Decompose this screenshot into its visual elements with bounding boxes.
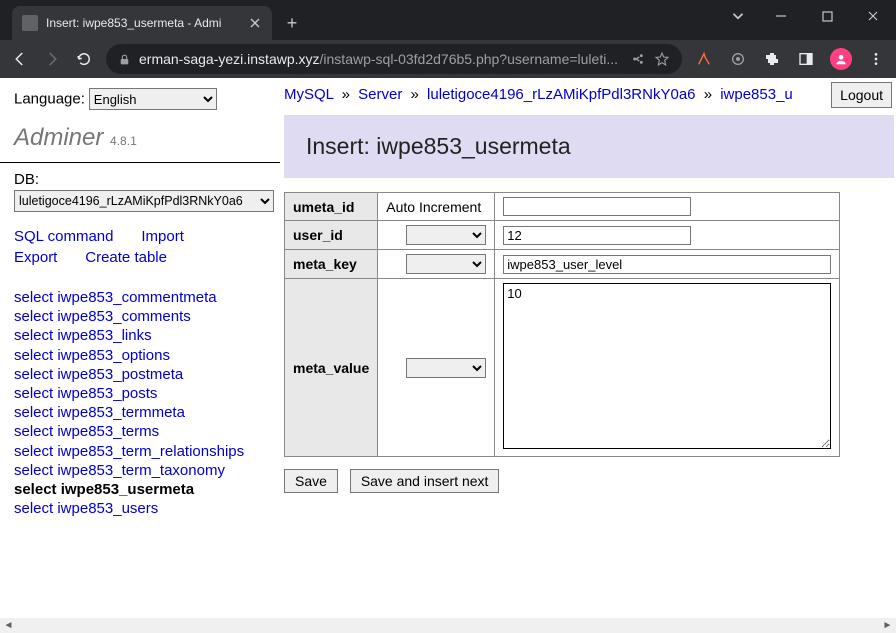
horizontal-scrollbar[interactable]: ◄ ►	[0, 618, 896, 633]
table-link[interactable]: select iwpe853_links	[14, 326, 270, 345]
sql-command-link[interactable]: SQL command	[14, 228, 114, 245]
maximize-button[interactable]	[804, 0, 850, 32]
crumb-server[interactable]: Server	[358, 86, 402, 103]
url-text: erman-saga-yezi.instawp.xyz/instawp-sql-…	[139, 51, 618, 67]
form-row: umeta_idAuto Increment	[285, 193, 840, 221]
minimize-button[interactable]	[758, 0, 804, 32]
function-cell	[378, 221, 495, 250]
close-window-button[interactable]	[850, 0, 896, 32]
main: MySQL » Server » luletigoce4196_rLzAMiKp…	[280, 78, 896, 618]
browser-titlebar: Insert: iwpe853_usermeta - Admi +	[0, 0, 896, 40]
page-title: Insert: iwpe853_usermeta	[306, 133, 872, 160]
table-link[interactable]: select iwpe853_postmeta	[14, 365, 270, 384]
function-select[interactable]	[406, 225, 486, 245]
create-table-link[interactable]: Create table	[85, 249, 167, 266]
table-link[interactable]: select iwpe853_posts	[14, 384, 270, 403]
table-link[interactable]: select iwpe853_term_taxonomy	[14, 461, 270, 480]
page-title-box: Insert: iwpe853_usermeta	[284, 115, 894, 178]
field-name: user_id	[285, 221, 378, 250]
function-select[interactable]	[406, 254, 486, 274]
menu-icon[interactable]	[866, 49, 886, 69]
save-insert-next-button[interactable]	[350, 469, 500, 493]
reload-button[interactable]	[74, 49, 94, 69]
table-link[interactable]: select iwpe853_termmeta	[14, 403, 270, 422]
window-controls	[758, 0, 896, 32]
breadcrumbs: MySQL » Server » luletigoce4196_rLzAMiKp…	[280, 78, 896, 107]
tab-favicon-icon	[22, 15, 38, 31]
language-label: Language:	[14, 91, 85, 108]
value-cell	[495, 279, 840, 457]
field-name: meta_key	[285, 250, 378, 279]
crumb-db[interactable]: luletigoce4196_rLzAMiKpfPdl3RNkY0a6	[427, 86, 696, 103]
tab-title: Insert: iwpe853_usermeta - Admi	[46, 16, 240, 30]
form-row: user_id	[285, 221, 840, 250]
form-row: meta_value	[285, 279, 840, 457]
table-link[interactable]: select iwpe853_comments	[14, 307, 270, 326]
table-link[interactable]: select iwpe853_terms	[14, 422, 270, 441]
divider	[0, 162, 280, 163]
crumb-mysql[interactable]: MySQL	[284, 86, 333, 103]
sidebar-action-links: SQL command Import Export Create table	[14, 226, 270, 268]
tabs-chevron-icon[interactable]	[730, 8, 746, 24]
brand: Adminer 4.8.1	[14, 124, 270, 152]
field-input-umeta_id[interactable]	[503, 197, 691, 216]
close-tab-icon[interactable]	[248, 16, 262, 30]
lock-icon	[118, 53, 131, 66]
value-cell	[495, 193, 840, 221]
forward-button[interactable]	[42, 49, 62, 69]
language-select[interactable]: English	[89, 88, 217, 110]
logout-button[interactable]: Logout	[831, 82, 892, 108]
function-cell	[378, 250, 495, 279]
field-input-meta_key[interactable]	[503, 255, 831, 274]
crumb-table[interactable]: iwpe853_u	[720, 86, 793, 103]
export-link[interactable]: Export	[14, 249, 57, 266]
extensions-icon[interactable]	[762, 49, 782, 69]
table-link[interactable]: select iwpe853_usermeta	[14, 480, 270, 499]
ext2-icon[interactable]	[728, 49, 748, 69]
browser-toolbar: erman-saga-yezi.instawp.xyz/instawp-sql-…	[0, 40, 896, 78]
db-select[interactable]: luletigoce4196_rLzAMiKpfPdl3RNkY0a6	[14, 190, 274, 212]
table-link[interactable]: select iwpe853_commentmeta	[14, 288, 270, 307]
field-input-meta_value[interactable]	[503, 283, 831, 449]
field-name: meta_value	[285, 279, 378, 457]
scroll-left-icon[interactable]: ◄	[0, 618, 17, 633]
star-icon[interactable]	[654, 51, 670, 67]
value-cell	[495, 250, 840, 279]
ext1-icon[interactable]	[694, 49, 714, 69]
profile-avatar[interactable]	[830, 48, 852, 70]
table-link[interactable]: select iwpe853_users	[14, 499, 270, 518]
address-bar[interactable]: erman-saga-yezi.instawp.xyz/instawp-sql-…	[106, 44, 682, 74]
form-row: meta_key	[285, 250, 840, 279]
field-name: umeta_id	[285, 193, 378, 221]
browser-tab[interactable]: Insert: iwpe853_usermeta - Admi	[12, 6, 272, 40]
sidebar: Language: English Adminer 4.8.1 DB: lule…	[0, 78, 280, 618]
value-cell	[495, 221, 840, 250]
share-icon[interactable]	[630, 51, 646, 67]
table-link[interactable]: select iwpe853_term_relationships	[14, 442, 270, 461]
panel-icon[interactable]	[796, 49, 816, 69]
field-input-user_id[interactable]	[503, 226, 691, 245]
function-cell: Auto Increment	[378, 193, 495, 221]
function-select[interactable]	[406, 358, 486, 378]
save-button[interactable]	[284, 469, 338, 493]
table-list: select iwpe853_commentmetaselect iwpe853…	[14, 288, 270, 518]
page-content: Language: English Adminer 4.8.1 DB: lule…	[0, 78, 896, 618]
back-button[interactable]	[10, 49, 30, 69]
db-label: DB:	[14, 171, 270, 188]
function-cell	[378, 279, 495, 457]
import-link[interactable]: Import	[141, 228, 184, 245]
table-link[interactable]: select iwpe853_options	[14, 346, 270, 365]
new-tab-button[interactable]: +	[278, 9, 306, 37]
scroll-right-icon[interactable]: ►	[879, 618, 896, 633]
insert-form-table: umeta_idAuto Incrementuser_idmeta_keymet…	[284, 192, 840, 457]
